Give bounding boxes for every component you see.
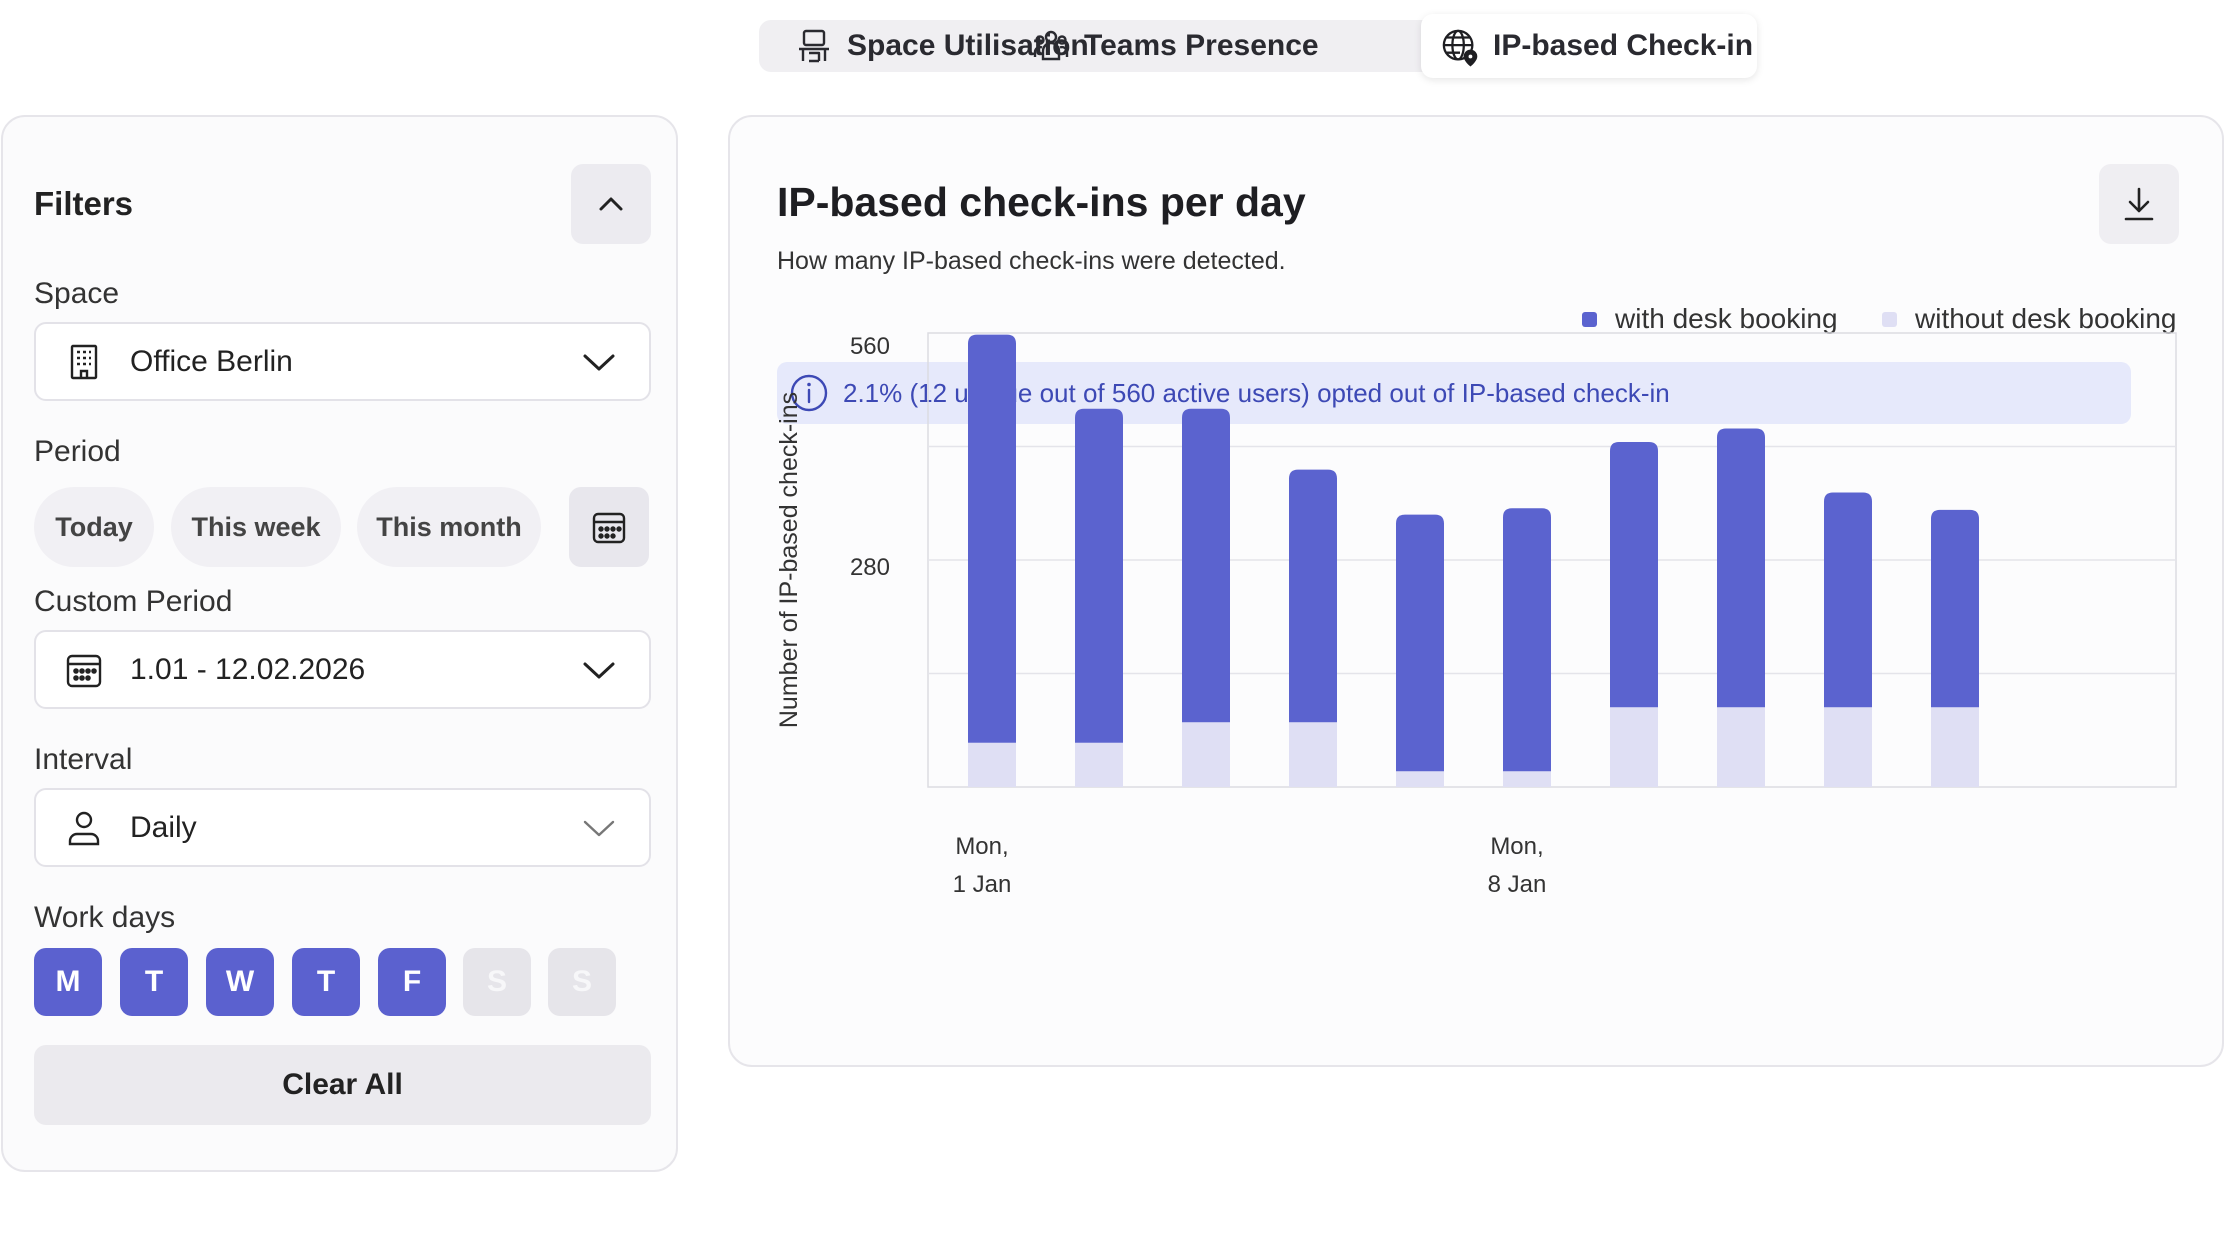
tab-ip-based-check-in[interactable]: IP-based Check-in xyxy=(1421,14,1757,78)
x-tick-label: 8 Jan xyxy=(1488,871,1547,898)
x-tick-label: 1 Jan xyxy=(953,871,1012,898)
filters-title: Filters xyxy=(34,185,134,222)
calendar-icon xyxy=(64,650,104,690)
chevron-down-icon xyxy=(579,808,619,848)
user-icon xyxy=(64,808,104,848)
bar-chart: 280 560 Number of IP-based check-ins Mon, 1 … xyxy=(775,332,2177,898)
bar-without-booking xyxy=(1610,707,1658,787)
custom-period-value: 1.01 - 12.02.2026 xyxy=(130,652,366,686)
bar-with-booking xyxy=(1182,408,1230,723)
bar-with-booking xyxy=(1503,508,1551,772)
calendar-button[interactable] xyxy=(569,487,649,567)
x-tick-label: Mon, xyxy=(955,833,1008,860)
bar-without-booking xyxy=(1503,771,1551,787)
tab-label: Teams Presence xyxy=(1084,29,1319,62)
workday-monday-toggle[interactable]: M xyxy=(34,948,102,1016)
bar-with-booking xyxy=(1396,514,1444,772)
y-tick-label: 560 xyxy=(850,333,890,360)
workday-tuesday-toggle[interactable]: T xyxy=(120,948,188,1016)
bar-without-booking xyxy=(1075,742,1123,787)
calendar-icon xyxy=(590,508,628,546)
desk-chair-icon xyxy=(795,27,833,65)
tab-label: IP-based Check-in xyxy=(1493,29,1754,62)
interval-select[interactable]: Daily xyxy=(34,788,651,867)
workday-saturday-toggle[interactable]: S xyxy=(463,948,531,1016)
chevron-down-icon xyxy=(579,650,619,690)
bar-without-booking xyxy=(1824,707,1872,787)
workday-thursday-toggle[interactable]: T xyxy=(292,948,360,1016)
bar-without-booking xyxy=(1289,722,1337,787)
bar-with-booking xyxy=(1075,408,1123,743)
chevron-up-icon xyxy=(595,188,627,220)
workday-sunday-toggle[interactable]: S xyxy=(548,948,616,1016)
bar-with-booking xyxy=(1824,492,1872,708)
custom-period-select[interactable]: 1.01 - 12.02.2026 xyxy=(34,630,651,709)
chart-card: IP-based check-ins per day How many IP-b… xyxy=(728,115,2224,1067)
space-select[interactable]: Office Berlin xyxy=(34,322,651,401)
custom-period-label: Custom Period xyxy=(34,585,233,618)
space-value: Office Berlin xyxy=(130,344,293,378)
bar-without-booking xyxy=(1182,722,1230,787)
view-tabs: Space Utilisation Teams Presence IP-base… xyxy=(759,14,1757,78)
x-tick-label: Mon, xyxy=(1490,833,1543,860)
interval-label: Interval xyxy=(34,743,133,776)
globe-location-icon xyxy=(1441,27,1479,67)
tab-teams-presence[interactable]: Teams Presence xyxy=(1032,20,1319,72)
building-icon xyxy=(64,342,104,382)
period-label: Period xyxy=(34,435,121,468)
chevron-down-icon xyxy=(579,342,619,382)
bar-with-booking xyxy=(1610,441,1658,708)
bar-with-booking xyxy=(1931,509,1979,708)
y-tick-label: 280 xyxy=(850,554,890,581)
y-axis-label: Number of IP-based check-ins xyxy=(775,392,803,728)
bar-without-booking xyxy=(968,742,1016,787)
workday-friday-toggle[interactable]: F xyxy=(378,948,446,1016)
interval-value: Daily xyxy=(130,810,197,844)
bar-without-booking xyxy=(1931,707,1979,787)
bar-without-booking xyxy=(1396,771,1444,787)
period-this-week-button[interactable]: This week xyxy=(171,487,341,567)
bar-with-booking xyxy=(968,334,1016,743)
space-label: Space xyxy=(34,277,120,310)
period-today-button[interactable]: Today xyxy=(34,487,154,567)
workday-wednesday-toggle[interactable]: W xyxy=(206,948,274,1016)
team-icon xyxy=(1032,27,1070,65)
bar-with-booking xyxy=(1717,428,1765,708)
bar-without-booking xyxy=(1717,707,1765,787)
collapse-filters-button[interactable] xyxy=(571,164,651,244)
clear-all-button[interactable]: Clear All xyxy=(34,1045,651,1125)
bar-with-booking xyxy=(1289,469,1337,723)
workdays-label: Work days xyxy=(34,901,176,934)
period-this-month-button[interactable]: This month xyxy=(357,487,541,567)
filters-panel: Filters Space Office Berlin Period Today… xyxy=(1,115,678,1172)
